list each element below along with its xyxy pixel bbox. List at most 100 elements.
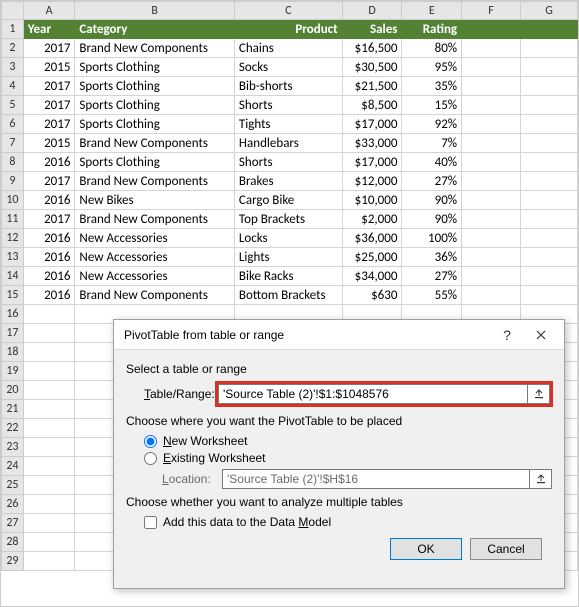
cell-D4[interactable]: $21,500 <box>342 77 402 96</box>
cell-G5[interactable] <box>520 96 577 115</box>
existing-worksheet-option[interactable]: Existing Worksheet <box>144 451 552 465</box>
cell-C10[interactable]: Cargo Bike <box>234 191 342 210</box>
cell-G11[interactable] <box>520 210 577 229</box>
cell-C7[interactable]: Handlebars <box>234 134 342 153</box>
cell-B3[interactable]: Sports Clothing <box>75 58 235 77</box>
cell-D12[interactable]: $36,000 <box>342 229 402 248</box>
cell-D1[interactable]: Sales <box>342 20 402 39</box>
cell-A24[interactable] <box>23 457 75 476</box>
row-header-28[interactable]: 28 <box>2 533 24 552</box>
cell-A17[interactable] <box>23 324 75 343</box>
cell-A4[interactable]: 2017 <box>23 77 75 96</box>
row-header-12[interactable]: 12 <box>2 229 24 248</box>
cell-F3[interactable] <box>462 58 521 77</box>
add-to-model-checkbox[interactable] <box>144 516 157 529</box>
cell-C12[interactable]: Locks <box>234 229 342 248</box>
cell-D10[interactable]: $10,000 <box>342 191 402 210</box>
row-header-13[interactable]: 13 <box>2 248 24 267</box>
cell-F9[interactable] <box>462 172 521 191</box>
cell-A15[interactable]: 2016 <box>23 286 75 305</box>
row-header-2[interactable]: 2 <box>2 39 24 58</box>
cell-E7[interactable]: 7% <box>402 134 462 153</box>
cell-G14[interactable] <box>520 267 577 286</box>
cell-D11[interactable]: $2,000 <box>342 210 402 229</box>
cell-B13[interactable]: New Accessories <box>75 248 235 267</box>
cell-F13[interactable] <box>462 248 521 267</box>
add-to-model-option[interactable]: Add this data to the Data Model <box>144 515 552 529</box>
cell-C3[interactable]: Socks <box>234 58 342 77</box>
cell-D13[interactable]: $25,000 <box>342 248 402 267</box>
cell-C6[interactable]: Tights <box>234 115 342 134</box>
col-header-E[interactable]: E <box>402 2 462 20</box>
existing-worksheet-radio[interactable] <box>144 452 157 465</box>
row-header-14[interactable]: 14 <box>2 267 24 286</box>
new-worksheet-option[interactable]: New Worksheet <box>144 434 552 448</box>
cell-A29[interactable] <box>23 552 75 571</box>
cell-A20[interactable] <box>23 381 75 400</box>
cell-A2[interactable]: 2017 <box>23 39 75 58</box>
cell-F6[interactable] <box>462 115 521 134</box>
row-header-15[interactable]: 15 <box>2 286 24 305</box>
range-picker-button[interactable] <box>528 384 550 404</box>
close-button[interactable] <box>524 323 558 347</box>
cell-G10[interactable] <box>520 191 577 210</box>
cell-G9[interactable] <box>520 172 577 191</box>
row-header-21[interactable]: 21 <box>2 400 24 419</box>
cell-F5[interactable] <box>462 96 521 115</box>
cancel-button[interactable]: Cancel <box>470 538 542 560</box>
row-header-7[interactable]: 7 <box>2 134 24 153</box>
row-header-10[interactable]: 10 <box>2 191 24 210</box>
cell-C9[interactable]: Brakes <box>234 172 342 191</box>
cell-B1[interactable]: Category <box>75 20 235 39</box>
cell-C13[interactable]: Lights <box>234 248 342 267</box>
cell-A27[interactable] <box>23 514 75 533</box>
cell-A25[interactable] <box>23 476 75 495</box>
cell-A23[interactable] <box>23 438 75 457</box>
cell-B12[interactable]: New Accessories <box>75 229 235 248</box>
cell-D9[interactable]: $12,000 <box>342 172 402 191</box>
cell-A13[interactable]: 2016 <box>23 248 75 267</box>
cell-A8[interactable]: 2016 <box>23 153 75 172</box>
cell-G8[interactable] <box>520 153 577 172</box>
col-header-A[interactable]: A <box>23 2 75 20</box>
cell-A14[interactable]: 2016 <box>23 267 75 286</box>
cell-D15[interactable]: $630 <box>342 286 402 305</box>
col-header-C[interactable]: C <box>234 2 342 20</box>
cell-G3[interactable] <box>520 58 577 77</box>
cell-D14[interactable]: $34,000 <box>342 267 402 286</box>
cell-B5[interactable]: Sports Clothing <box>75 96 235 115</box>
cell-C14[interactable]: Bike Racks <box>234 267 342 286</box>
cell-E6[interactable]: 92% <box>402 115 462 134</box>
cell-A18[interactable] <box>23 343 75 362</box>
row-header-22[interactable]: 22 <box>2 419 24 438</box>
row-header-20[interactable]: 20 <box>2 381 24 400</box>
cell-A11[interactable]: 2017 <box>23 210 75 229</box>
cell-F2[interactable] <box>462 39 521 58</box>
cell-D8[interactable]: $17,000 <box>342 153 402 172</box>
cell-E5[interactable]: 15% <box>402 96 462 115</box>
row-header-5[interactable]: 5 <box>2 96 24 115</box>
row-header-24[interactable]: 24 <box>2 457 24 476</box>
cell-E2[interactable]: 80% <box>402 39 462 58</box>
cell-A16[interactable] <box>23 305 75 324</box>
cell-C1[interactable]: Product <box>234 20 342 39</box>
cell-B10[interactable]: New Bikes <box>75 191 235 210</box>
cell-F7[interactable] <box>462 134 521 153</box>
row-header-18[interactable]: 18 <box>2 343 24 362</box>
cell-E11[interactable]: 90% <box>402 210 462 229</box>
cell-B8[interactable]: Sports Clothing <box>75 153 235 172</box>
row-header-1[interactable]: 1 <box>2 20 24 39</box>
cell-F15[interactable] <box>462 286 521 305</box>
row-header-29[interactable]: 29 <box>2 552 24 571</box>
row-header-25[interactable]: 25 <box>2 476 24 495</box>
location-picker-button[interactable] <box>530 469 552 489</box>
row-header-4[interactable]: 4 <box>2 77 24 96</box>
cell-F10[interactable] <box>462 191 521 210</box>
cell-E13[interactable]: 36% <box>402 248 462 267</box>
cell-B2[interactable]: Brand New Components <box>75 39 235 58</box>
cell-C11[interactable]: Top Brackets <box>234 210 342 229</box>
cell-E9[interactable]: 27% <box>402 172 462 191</box>
row-header-8[interactable]: 8 <box>2 153 24 172</box>
cell-C8[interactable]: Shorts <box>234 153 342 172</box>
cell-D3[interactable]: $30,500 <box>342 58 402 77</box>
